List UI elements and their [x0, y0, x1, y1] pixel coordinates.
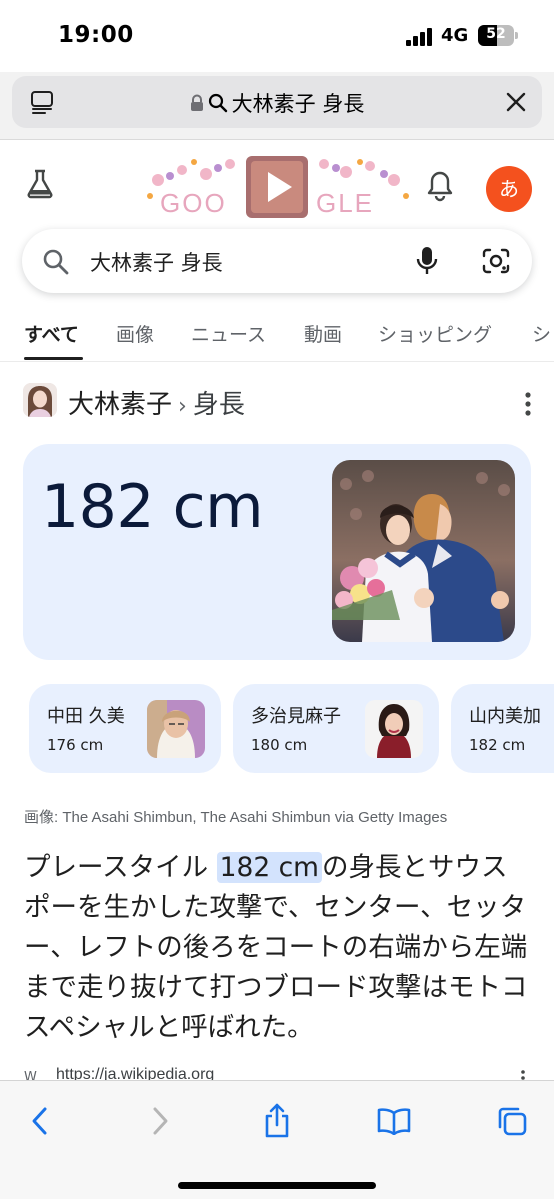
related-height: 182 cm — [469, 736, 526, 754]
related-people-carousel: 中田 久美 176 cm 多治見麻子 180 cm 山内美加 182 cm — [0, 684, 554, 774]
tab-shopping[interactable]: ショッピング — [378, 320, 492, 347]
height-answer-card[interactable]: 182 cm — [23, 444, 531, 660]
tab-more[interactable]: シ — [532, 320, 551, 347]
share-icon — [265, 1103, 289, 1138]
tab-images[interactable]: 画像 — [116, 320, 154, 347]
height-answer-value: 182 cm — [41, 472, 264, 542]
battery-icon: 52 — [478, 25, 518, 46]
bookmarks-button[interactable] — [374, 1101, 414, 1141]
entity-separator: › — [178, 394, 187, 419]
page-menu-icon[interactable] — [30, 90, 54, 114]
address-bar[interactable]: 大林素子 身長 — [12, 76, 542, 128]
related-card[interactable]: 多治見麻子 180 cm — [233, 684, 439, 773]
doodle-artwork: GOO GLE — [147, 156, 409, 218]
labs-flask-icon[interactable] — [24, 168, 56, 200]
answer-photo[interactable] — [332, 460, 515, 642]
google-doodle[interactable]: GOO GLE — [138, 150, 416, 228]
chevron-right-icon — [153, 1107, 168, 1135]
home-indicator[interactable] — [178, 1182, 376, 1189]
search-small-icon — [208, 93, 227, 113]
image-credit: 画像: The Asahi Shimbun, The Asahi Shimbun… — [24, 809, 448, 826]
entity-header: 大林素子 › 身長 — [0, 380, 554, 426]
google-header: GOO GLE あ — [0, 140, 554, 228]
network-type: 4G — [441, 25, 469, 46]
tab-news[interactable]: ニュース — [191, 320, 266, 347]
battery-level: 52 — [486, 26, 506, 42]
more-options-icon[interactable] — [521, 390, 535, 418]
ios-status-bar: 19:00 4G 52 — [0, 0, 554, 72]
address-text: 大林素子 身長 — [231, 92, 365, 116]
browser-bottom-toolbar — [0, 1080, 554, 1199]
related-height: 180 cm — [251, 736, 308, 754]
share-button[interactable] — [257, 1101, 297, 1141]
related-name: 山内美加 — [469, 706, 541, 727]
doodle-text-right: GLE — [316, 188, 374, 218]
tab-videos[interactable]: 動画 — [304, 320, 342, 347]
account-avatar[interactable]: あ — [486, 166, 532, 212]
tabs-overview-icon — [498, 1107, 527, 1136]
google-lens-icon[interactable] — [481, 247, 511, 275]
related-name: 多治見麻子 — [251, 706, 341, 727]
related-height: 176 cm — [47, 736, 104, 754]
doodle-text-left: GOO — [160, 188, 227, 218]
related-photo — [365, 700, 423, 758]
related-photo — [147, 700, 205, 758]
chevron-left-icon — [32, 1107, 47, 1135]
snippet-text-before: プレースタイル — [24, 852, 217, 883]
entity-name: 大林素子 — [68, 390, 173, 420]
status-time: 19:00 — [58, 22, 134, 48]
related-card[interactable]: 山内美加 182 cm — [451, 684, 554, 773]
related-card[interactable]: 中田 久美 176 cm — [29, 684, 221, 773]
entity-title[interactable]: 大林素子 › 身長 — [68, 384, 245, 421]
active-tab-indicator — [24, 357, 83, 360]
forward-button[interactable] — [140, 1101, 180, 1141]
address-field[interactable]: 大林素子 身長 — [72, 88, 482, 118]
tabs-button[interactable] — [492, 1101, 532, 1141]
book-icon — [377, 1108, 411, 1135]
search-input[interactable]: 大林素子 身長 — [90, 247, 223, 277]
back-button[interactable] — [20, 1101, 60, 1141]
related-name: 中田 久美 — [47, 706, 125, 727]
search-box[interactable]: 大林素子 身長 — [22, 229, 532, 293]
entity-thumbnail[interactable] — [23, 383, 57, 417]
notifications-bell-icon[interactable] — [426, 170, 454, 202]
featured-snippet-text: プレースタイル 182 cm の身長とサウスポーを生かした攻撃で、センター、セッタ… — [24, 848, 530, 1048]
search-icon — [43, 249, 69, 275]
lock-icon — [190, 94, 203, 111]
entity-attribute: 身長 — [192, 390, 245, 420]
browser-top-bar: 大林素子 身長 — [0, 72, 554, 140]
tab-all[interactable]: すべて — [24, 320, 79, 347]
cellular-signal-icon — [406, 28, 434, 46]
close-icon[interactable] — [504, 90, 528, 114]
search-tabs: すべて 画像 ニュース 動画 ショッピング シ — [0, 310, 554, 362]
snippet-highlight: 182 cm — [216, 852, 322, 883]
voice-search-mic-icon[interactable] — [415, 245, 439, 277]
